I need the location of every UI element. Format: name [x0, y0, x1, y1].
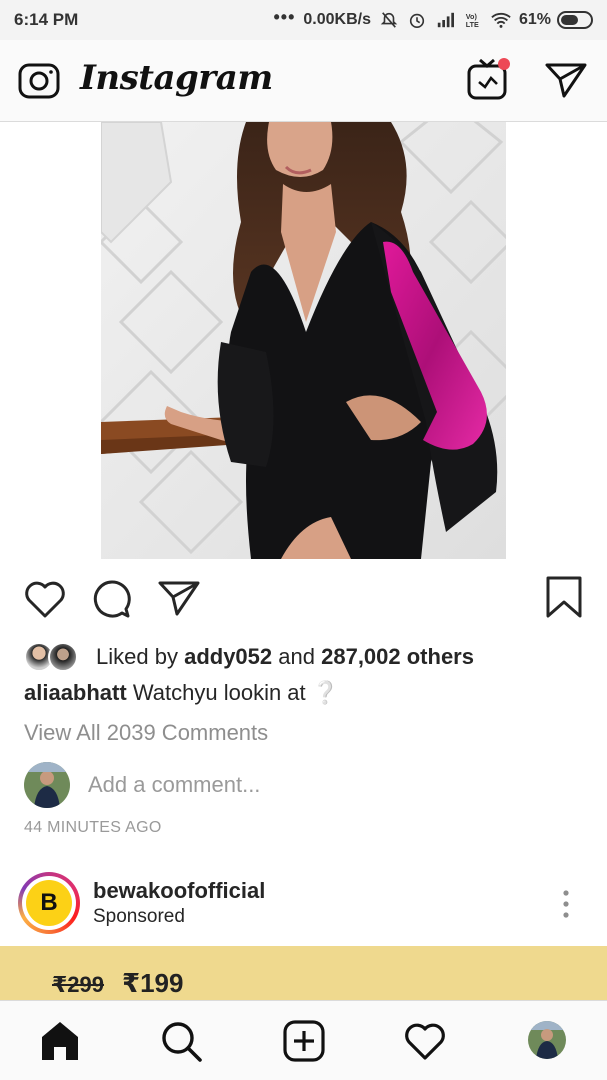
instagram-logo: Instagram — [80, 58, 273, 98]
volte-icon: Vo)LTE — [466, 12, 479, 29]
more-notifications-icon: ••• — [273, 6, 296, 27]
post-caption: aliaabhatt Watchyu lookin at ❔ — [24, 680, 339, 706]
network-speed: 0.00KB/s — [303, 11, 371, 28]
signal-icon — [437, 12, 454, 28]
activity-icon[interactable] — [403, 1019, 447, 1063]
wifi-icon — [491, 12, 511, 28]
post-timestamp: 44 MINUTES AGO — [24, 819, 162, 836]
status-bar: 6:14 PM ••• 0.00KB/s Vo) LTE 61% — [0, 0, 607, 40]
more-options-icon[interactable] — [558, 888, 574, 920]
sale-price: ₹199 — [122, 968, 184, 998]
add-comment-row[interactable]: Add a comment... — [24, 762, 260, 808]
post-image[interactable] — [101, 122, 506, 559]
sponsored-ad-banner[interactable]: ₹299 ₹199 — [0, 946, 607, 1000]
caption-text: Watchyu lookin at — [132, 680, 306, 705]
comment-icon[interactable] — [90, 578, 134, 620]
profile-icon[interactable] — [528, 1021, 566, 1059]
like-heart-icon[interactable] — [23, 578, 67, 620]
app-header: Instagram — [0, 40, 607, 122]
bottom-navigation — [0, 1000, 607, 1080]
battery-fill — [561, 15, 578, 25]
sponsored-label[interactable]: Sponsored — [93, 906, 185, 928]
original-price: ₹299 — [52, 972, 105, 997]
likes-count[interactable]: 287,002 others — [321, 644, 474, 670]
share-icon[interactable] — [157, 578, 201, 618]
camera-icon[interactable] — [18, 60, 60, 100]
home-icon[interactable] — [38, 1019, 82, 1063]
mute-icon — [380, 12, 398, 28]
battery: 61% — [519, 11, 593, 29]
bookmark-icon[interactable] — [545, 576, 583, 618]
sponsor-account-name[interactable]: bewakoofofficial — [93, 878, 265, 904]
sponsored-post-header: B bewakoofofficial Sponsored — [18, 872, 593, 936]
liked-by-user[interactable]: addy052 — [184, 644, 272, 670]
notification-dot-icon — [498, 58, 510, 70]
liked-by-and: and — [278, 644, 315, 669]
svg-text:LTE: LTE — [466, 20, 479, 29]
direct-message-icon[interactable] — [544, 60, 588, 100]
caption-emoji: ❔ — [311, 680, 340, 705]
liked-by-prefix: Liked by — [96, 644, 178, 669]
caption-author[interactable]: aliaabhatt — [24, 680, 127, 705]
liker-avatars — [24, 640, 84, 674]
status-indicators: ••• 0.00KB/s Vo) LTE 61% — [273, 7, 593, 29]
bewakoof-avatar[interactable]: B — [26, 880, 72, 926]
search-icon[interactable] — [159, 1019, 203, 1063]
likes-summary[interactable]: Liked by addy052 and 287,002 others — [24, 638, 474, 676]
battery-icon — [557, 11, 593, 29]
current-user-avatar — [24, 762, 70, 808]
bewakoof-logo-letter: B — [40, 889, 58, 916]
new-post-icon[interactable] — [282, 1019, 326, 1063]
alarm-icon — [409, 13, 425, 29]
comment-input[interactable]: Add a comment... — [88, 772, 260, 798]
post-photo — [101, 122, 506, 559]
status-time: 6:14 PM — [14, 10, 79, 29]
liker-avatar — [48, 642, 78, 672]
battery-percent: 61% — [518, 11, 551, 28]
view-all-comments-link[interactable]: View All 2039 Comments — [24, 720, 268, 746]
igtv-icon[interactable] — [466, 56, 512, 102]
